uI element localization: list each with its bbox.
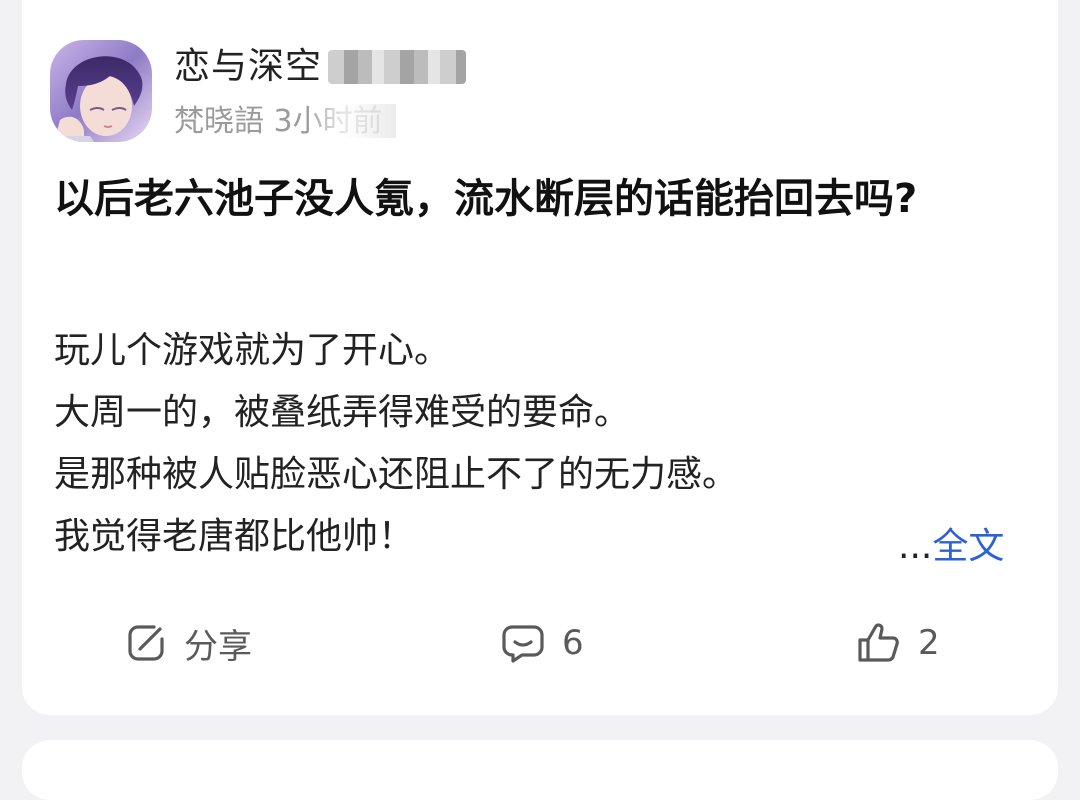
comment-count: 6 [562, 623, 584, 663]
share-label: 分享 [184, 626, 252, 667]
share-button[interactable]: 分享 [124, 618, 252, 668]
read-more-label[interactable]: 全文 [932, 526, 1004, 567]
body-line: 是那种被人贴脸恶心还阻止不了的无力感。 [54, 454, 739, 495]
post-title[interactable]: 以后老六池子没人氪，流水断层的话能抬回去吗? [54, 168, 1024, 230]
share-icon [128, 625, 164, 661]
name-redaction [328, 50, 466, 84]
thumbs-up-icon [858, 623, 899, 662]
body-line: 我觉得老唐都比他帅！ [54, 516, 415, 557]
like-count: 2 [918, 623, 940, 663]
like-button[interactable]: 2 [856, 618, 940, 668]
meta-redaction [308, 104, 396, 138]
post-source: 梵晓語 [174, 104, 264, 139]
avatar[interactable] [50, 40, 152, 142]
comment-icon [502, 625, 544, 663]
comment-button[interactable]: 6 [500, 618, 584, 668]
body-line: 大周一的，被叠纸弄得难受的要命。 [54, 392, 631, 433]
body-line: 玩儿个游戏就为了开心。 [54, 330, 451, 371]
author-name[interactable]: 恋与深空 [174, 42, 322, 92]
next-post-card [22, 740, 1058, 800]
post-body[interactable]: 玩儿个游戏就为了开心。 大周一的，被叠纸弄得难受的要命。 是那种被人贴脸恶心还阻… [54, 320, 1024, 568]
read-more-link[interactable]: ...全文 [898, 516, 1004, 578]
avatar-image [50, 40, 152, 142]
ellipsis: ... [898, 526, 933, 567]
